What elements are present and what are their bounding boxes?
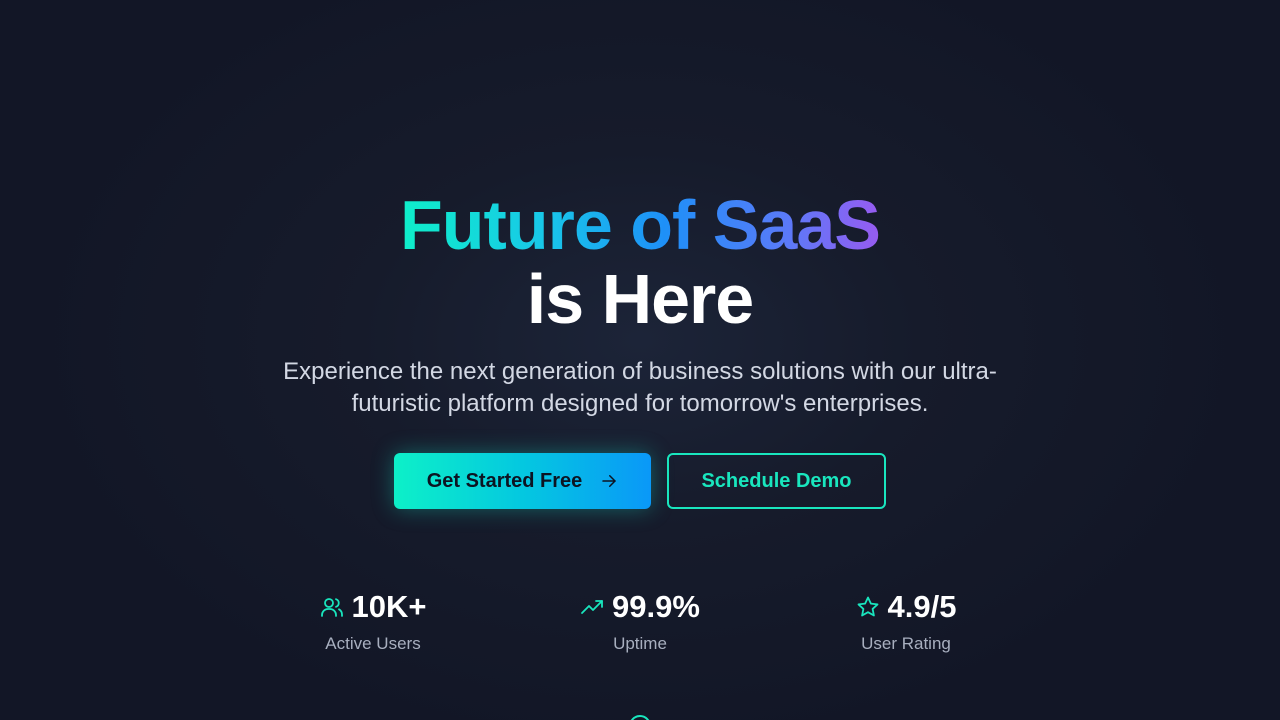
scroll-indicator-icon[interactable]	[629, 715, 651, 720]
stat-label: User Rating	[861, 634, 951, 653]
star-icon	[856, 595, 880, 619]
stat-active-users: 10K+ Active Users	[273, 588, 473, 654]
stat-uptime: 99.9% Uptime	[540, 588, 740, 654]
hero-headline-line1: Future of SaaS	[396, 186, 884, 264]
trending-up-icon	[580, 595, 604, 619]
stat-label: Active Users	[325, 634, 421, 653]
get-started-label: Get Started Free	[426, 469, 583, 492]
schedule-demo-button[interactable]: Schedule Demo	[667, 453, 886, 509]
hero-subtitle: Experience the next generation of busine…	[283, 358, 997, 417]
stat-user-rating: 4.9/5 User Rating	[806, 588, 1006, 654]
schedule-demo-label: Schedule Demo	[701, 469, 852, 492]
stat-label: Uptime	[613, 634, 667, 653]
users-icon	[320, 595, 344, 619]
hero-headline-line2: is Here	[526, 260, 754, 338]
hero-headline-gradient: Future of SaaS	[0, 188, 1280, 262]
hero-section: Future of SaaS is Here Experience the ne…	[0, 0, 1280, 720]
stat-value: 4.9/5	[887, 589, 957, 624]
stat-value: 99.9%	[612, 589, 700, 624]
get-started-button[interactable]: Get Started Free	[394, 453, 651, 509]
stat-value: 10K+	[351, 589, 427, 624]
arrow-right-icon	[600, 472, 618, 490]
